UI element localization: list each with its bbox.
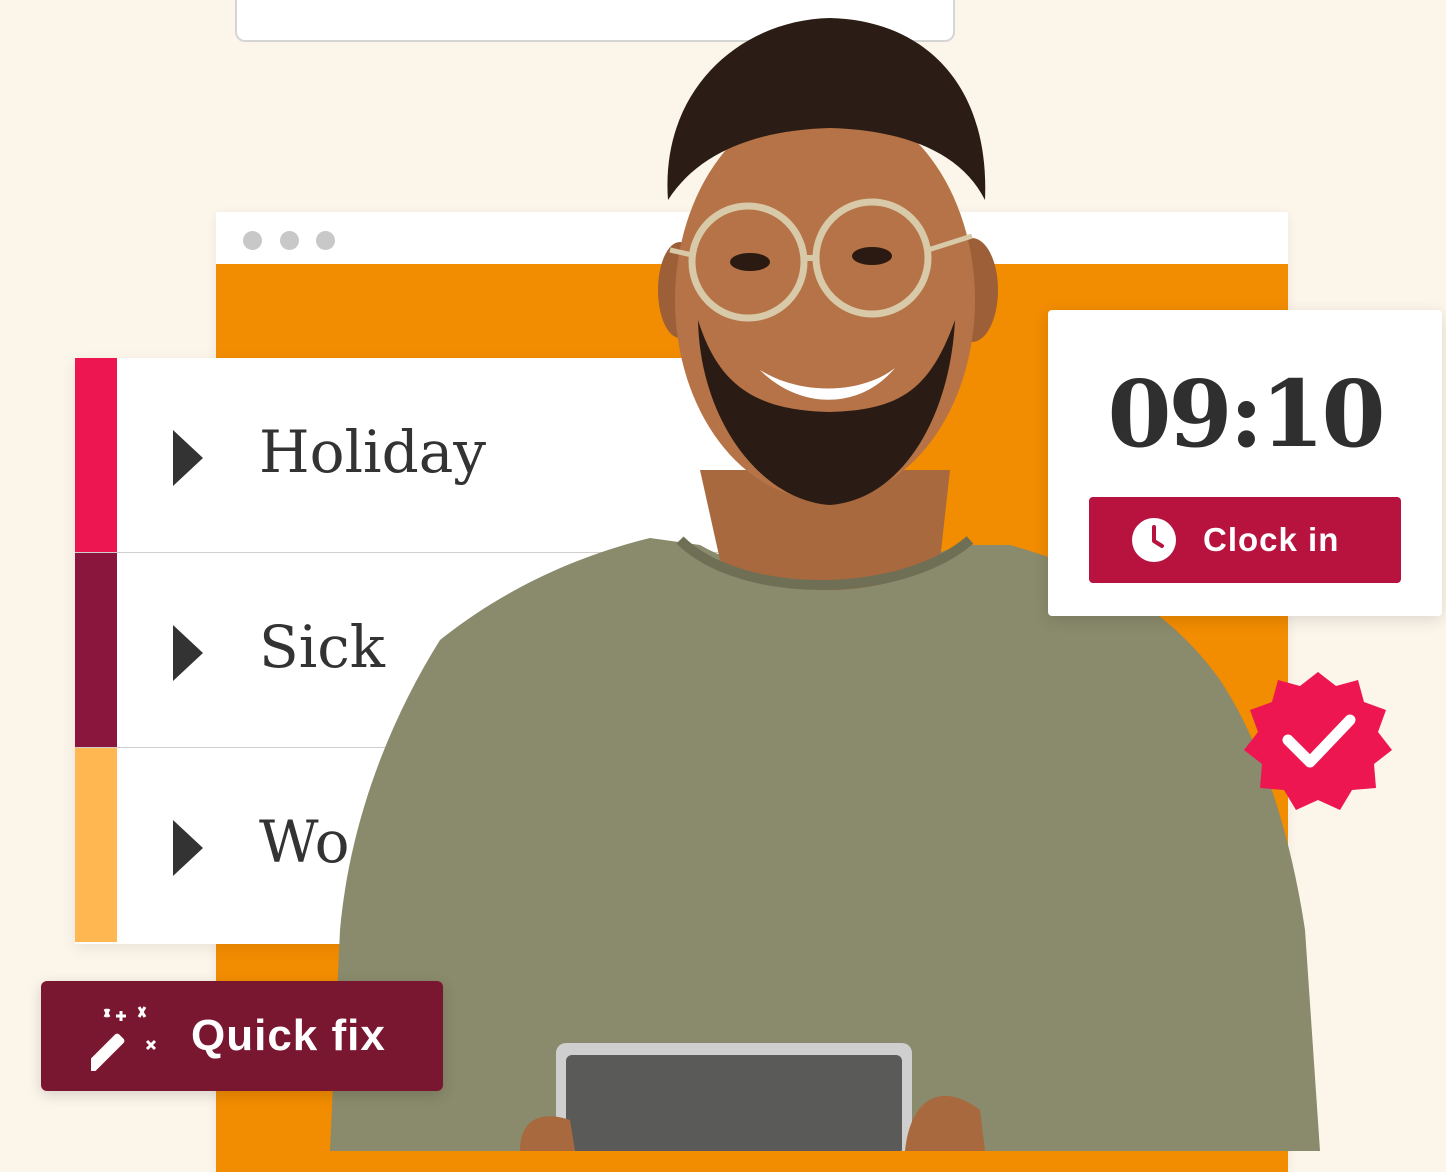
clock-card: 09:10 Clock in bbox=[1048, 310, 1442, 616]
clock-in-label: Clock in bbox=[1203, 521, 1340, 558]
quick-fix-label: Quick fix bbox=[191, 1011, 386, 1060]
quick-fix-button[interactable]: Quick fix bbox=[41, 981, 443, 1091]
clock-in-button[interactable]: Clock in bbox=[1089, 497, 1401, 583]
magic-wand-icon bbox=[91, 1006, 157, 1071]
clock-icon bbox=[1132, 518, 1176, 562]
clock-time: 09:10 bbox=[1107, 360, 1385, 468]
checkmark-badge-icon bbox=[1244, 672, 1392, 810]
